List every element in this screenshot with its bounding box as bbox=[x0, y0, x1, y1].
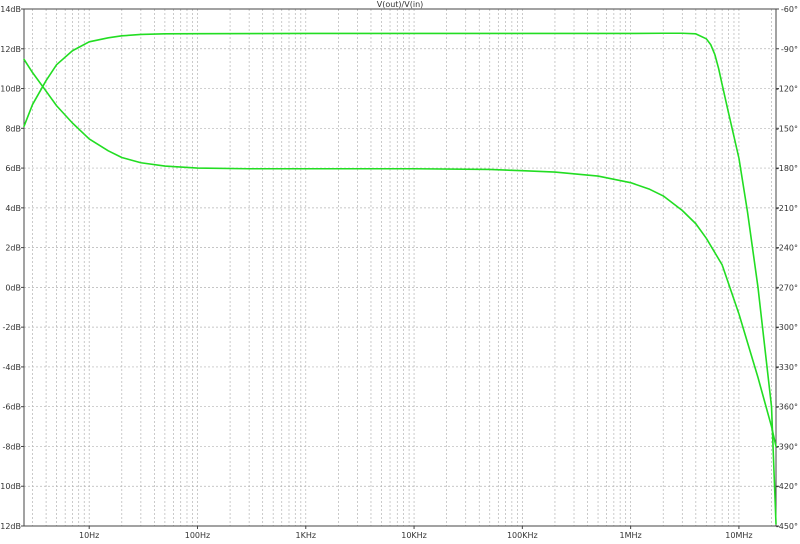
left-tick-label: 14dB bbox=[0, 5, 21, 14]
left-tick-label: 10dB bbox=[0, 85, 21, 94]
right-tick-label: -330° bbox=[776, 363, 798, 372]
x-tick-label: 10Hz bbox=[79, 531, 99, 540]
bode-plot: 14dB 12dB 10dB 8dB 6dB 4dB 2dB 0dB -2dB -4dB -6dB -… bbox=[0, 0, 800, 540]
left-tick-label: 0dB bbox=[5, 283, 21, 292]
right-tick-label: -210° bbox=[776, 204, 798, 213]
left-tick-label: -12dB bbox=[0, 522, 21, 531]
right-tick-label: -60° bbox=[781, 5, 798, 14]
left-tick-label: 4dB bbox=[5, 204, 21, 213]
left-axis-ticks: 14dB 12dB 10dB 8dB 6dB 4dB 2dB 0dB -2dB -4dB -6dB -… bbox=[0, 5, 24, 531]
right-tick-label: -90° bbox=[781, 45, 798, 54]
left-tick-label: -8dB bbox=[2, 442, 21, 451]
x-tick-label: 1MHz bbox=[620, 531, 642, 540]
x-tick-label: 10KHz bbox=[401, 531, 427, 540]
left-tick-label: 8dB bbox=[5, 124, 21, 133]
left-tick-label: -2dB bbox=[2, 323, 21, 332]
right-tick-label: -180° bbox=[776, 164, 798, 173]
right-tick-label: -360° bbox=[776, 403, 798, 412]
right-tick-label: -390° bbox=[776, 442, 798, 451]
x-tick-label: 100KHz bbox=[507, 531, 538, 540]
right-tick-label: -270° bbox=[776, 283, 798, 292]
left-tick-label: 6dB bbox=[5, 164, 21, 173]
chart-title: V(out)/V(in) bbox=[377, 0, 424, 9]
left-tick-label: -10dB bbox=[0, 482, 21, 491]
left-tick-label: 12dB bbox=[0, 45, 21, 54]
left-tick-label: -6dB bbox=[2, 403, 21, 412]
x-tick-label: 1KHz bbox=[295, 531, 316, 540]
right-axis-ticks: -60° -90° -120° -150° -180° -210° -240° -270° -3… bbox=[776, 5, 798, 531]
right-tick-label: -450° bbox=[776, 522, 798, 531]
left-tick-label: -4dB bbox=[2, 363, 21, 372]
minor-grid bbox=[32, 9, 772, 526]
right-tick-label: -420° bbox=[776, 482, 798, 491]
bode-chart: 14dB 12dB 10dB 8dB 6dB 4dB 2dB 0dB -2dB -4dB -6dB -… bbox=[0, 0, 798, 540]
right-tick-label: -120° bbox=[776, 85, 798, 94]
left-tick-label: 2dB bbox=[5, 244, 21, 253]
x-tick-label: 100Hz bbox=[185, 531, 210, 540]
right-tick-label: -300° bbox=[776, 323, 798, 332]
x-tick-label: 10MHz bbox=[725, 531, 752, 540]
right-tick-label: -150° bbox=[776, 124, 798, 133]
right-tick-label: -240° bbox=[776, 244, 798, 253]
x-axis-ticks: 10Hz 100Hz 1KHz 10KHz 100KHz 1MHz 10MHz bbox=[79, 526, 753, 540]
